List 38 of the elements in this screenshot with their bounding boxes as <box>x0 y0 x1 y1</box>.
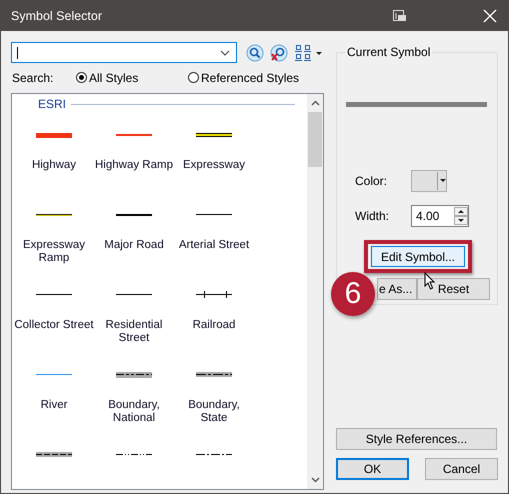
symbol-name: Arterial Street <box>178 239 250 252</box>
window-icon[interactable] <box>393 10 407 22</box>
symbol-name: Expressway <box>183 159 245 172</box>
symbol-name: Highway Ramp <box>95 159 173 172</box>
radio-option[interactable]: All Styles <box>76 70 188 84</box>
color-label: Color: <box>354 174 388 188</box>
radio-option[interactable]: Referenced Styles <box>188 70 300 84</box>
width-spinner[interactable]: 4.00 <box>411 205 469 227</box>
save-as-button[interactable]: e As... <box>377 278 417 300</box>
color-picker[interactable] <box>411 170 447 192</box>
close-icon[interactable] <box>483 8 497 22</box>
view-options-icon[interactable] <box>295 44 323 62</box>
pointer-icon <box>424 272 436 290</box>
scroll-bar[interactable] <box>307 94 323 489</box>
symbol-name: Boundary, National <box>107 399 161 425</box>
symbol-name: Major Road <box>104 239 164 252</box>
search-icon[interactable] <box>246 44 264 62</box>
window-title: Symbol Selector <box>11 8 104 22</box>
group-heading: ESRI <box>38 97 66 111</box>
symbol-name: Collector Street <box>14 319 94 332</box>
clear-search-icon[interactable] <box>270 44 288 62</box>
edit-symbol-button[interactable]: Edit Symbol... <box>371 246 465 267</box>
style-references-button[interactable]: Style References... <box>336 428 497 450</box>
search-label: Search: <box>12 70 54 84</box>
step-badge: 6 <box>331 272 375 316</box>
symbol-name: Highway <box>32 159 76 172</box>
symbol-name: Railroad <box>192 319 236 332</box>
panel-title: Current Symbol <box>346 45 432 59</box>
reset-button[interactable]: Reset <box>417 278 490 300</box>
ok-button[interactable]: OK <box>336 458 409 480</box>
width-label: Width: <box>354 209 390 223</box>
symbol-name: River <box>40 399 68 412</box>
symbol-name: Boundary, State <box>187 399 241 425</box>
dropdown-arrow-icon[interactable] <box>440 179 446 183</box>
search-combo-box[interactable] <box>11 42 237 63</box>
symbol-name: Expressway Ramp <box>22 239 86 265</box>
cancel-button[interactable]: Cancel <box>425 458 498 480</box>
symbol-name: Residential Street <box>104 319 164 345</box>
